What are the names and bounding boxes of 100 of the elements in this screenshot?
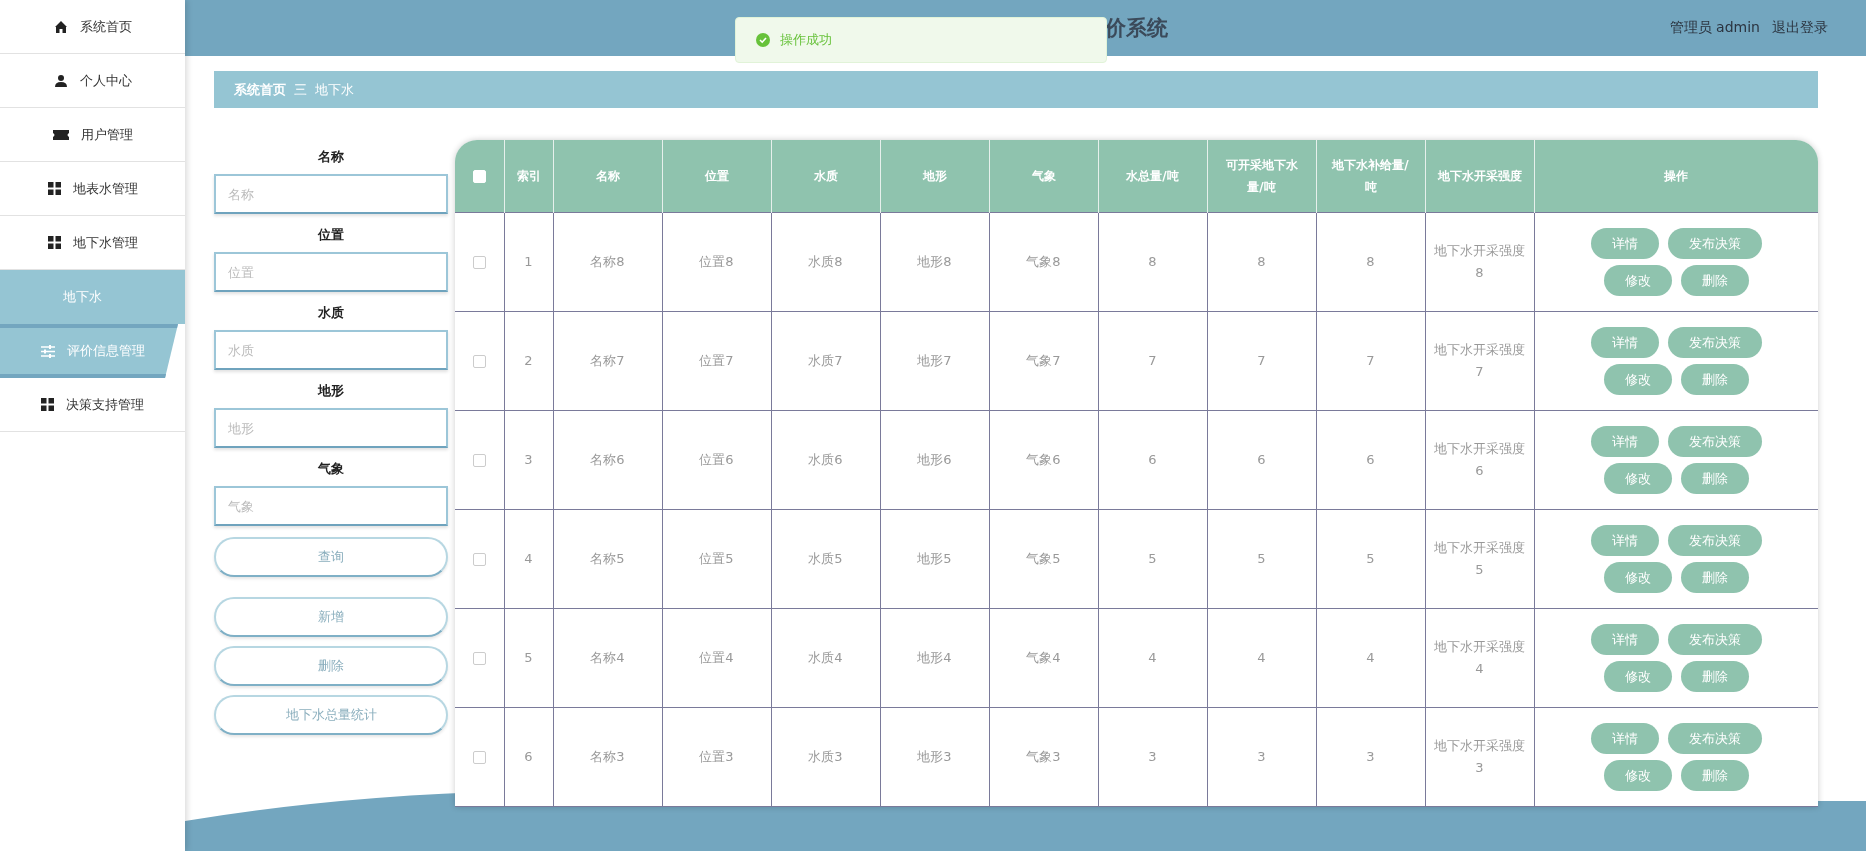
table-cell: 地下水开采强度4 bbox=[1425, 608, 1534, 708]
table-cell: 6 bbox=[504, 707, 553, 807]
column-header: 位置 bbox=[662, 140, 771, 213]
field-label: 位置 bbox=[316, 226, 345, 244]
row-checkbox[interactable] bbox=[472, 355, 486, 368]
row-checkbox[interactable] bbox=[472, 256, 486, 269]
row-action-button[interactable]: 详情 bbox=[1590, 327, 1659, 358]
column-header: 可开采地下水量/吨 bbox=[1207, 140, 1316, 213]
action-button[interactable]: 新增 bbox=[214, 597, 448, 637]
row-action-button[interactable]: 发布决策 bbox=[1667, 228, 1762, 259]
search-button[interactable]: 查询 bbox=[214, 537, 448, 577]
table-cell: 4 bbox=[1098, 608, 1207, 708]
grid-icon bbox=[47, 236, 61, 249]
row-action-button[interactable]: 详情 bbox=[1590, 426, 1659, 457]
row-action-button[interactable]: 删除 bbox=[1680, 760, 1749, 791]
search-field[interactable]: 名称 bbox=[214, 174, 448, 214]
table-cell: 6 bbox=[1316, 410, 1425, 510]
table-cell: 8 bbox=[1207, 212, 1316, 312]
search-field[interactable]: 地形 bbox=[214, 408, 448, 448]
breadcrumb-separator: 三 bbox=[294, 80, 307, 99]
row-action-button[interactable]: 详情 bbox=[1590, 723, 1659, 754]
table-cell: 4 bbox=[1207, 608, 1316, 708]
search-field[interactable]: 水质 bbox=[214, 330, 448, 370]
select-all-checkbox[interactable] bbox=[472, 170, 486, 183]
sidebar-item[interactable]: 用户管理 bbox=[0, 108, 185, 162]
grid-icon bbox=[47, 182, 61, 195]
action-button[interactable]: 删除 bbox=[214, 646, 448, 686]
row-action-button[interactable]: 删除 bbox=[1680, 265, 1749, 296]
breadcrumb-item[interactable]: 系统首页 bbox=[234, 80, 286, 99]
table-cell: 位置7 bbox=[662, 311, 771, 411]
check-circle-icon bbox=[756, 33, 770, 47]
table-cell: 水质8 bbox=[771, 212, 880, 312]
row-action-button[interactable]: 删除 bbox=[1680, 562, 1749, 593]
table-cell: 7 bbox=[1098, 311, 1207, 411]
row-action-button[interactable]: 修改 bbox=[1603, 364, 1672, 395]
table-cell: 地形6 bbox=[880, 410, 989, 510]
column-header: 名称 bbox=[553, 140, 662, 213]
submenu-item[interactable]: 地下水 bbox=[0, 270, 185, 324]
table-cell: 3 bbox=[1098, 707, 1207, 807]
table-cell: 4 bbox=[1316, 608, 1425, 708]
row-checkbox[interactable] bbox=[472, 652, 486, 665]
row-action-button[interactable]: 详情 bbox=[1590, 624, 1659, 655]
row-action-button[interactable]: 删除 bbox=[1680, 364, 1749, 395]
table-cell: 水质7 bbox=[771, 311, 880, 411]
row-action-button[interactable]: 修改 bbox=[1603, 463, 1672, 494]
row-action-button[interactable]: 删除 bbox=[1680, 661, 1749, 692]
table-cell: 气象8 bbox=[989, 212, 1098, 312]
row-action-button[interactable]: 修改 bbox=[1603, 661, 1672, 692]
column-header: 索引 bbox=[504, 140, 553, 213]
column-header: 操作 bbox=[1534, 140, 1818, 213]
search-field[interactable]: 位置 bbox=[214, 252, 448, 292]
row-checkbox[interactable] bbox=[472, 553, 486, 566]
table-cell: 气象7 bbox=[989, 311, 1098, 411]
column-header: 地下水补给量/吨 bbox=[1316, 140, 1425, 213]
logout-link[interactable]: 退出登录 bbox=[1772, 19, 1828, 37]
table-cell: 7 bbox=[1316, 311, 1425, 411]
search-field[interactable]: 气象 bbox=[214, 486, 448, 526]
sidebar-item[interactable]: 地表水管理 bbox=[0, 162, 185, 216]
person-icon bbox=[53, 73, 68, 88]
field-label: 地形 bbox=[316, 382, 345, 400]
row-action-button[interactable]: 发布决策 bbox=[1667, 624, 1762, 655]
table-cell: 5 bbox=[504, 608, 553, 708]
row-action-button[interactable]: 删除 bbox=[1680, 463, 1749, 494]
table-cell: 名称3 bbox=[553, 707, 662, 807]
table-cell: 2 bbox=[504, 311, 553, 411]
table-cell: 位置8 bbox=[662, 212, 771, 312]
row-action-button[interactable]: 修改 bbox=[1603, 760, 1672, 791]
table-cell: 5 bbox=[1098, 509, 1207, 609]
row-action-button[interactable]: 修改 bbox=[1603, 562, 1672, 593]
row-checkbox[interactable] bbox=[472, 751, 486, 764]
row-action-button[interactable]: 发布决策 bbox=[1667, 426, 1762, 457]
table-cell: 名称4 bbox=[553, 608, 662, 708]
table-cell: 位置3 bbox=[662, 707, 771, 807]
row-action-button[interactable]: 发布决策 bbox=[1667, 327, 1762, 358]
action-button[interactable]: 地下水总量统计 bbox=[214, 695, 448, 735]
ticket-icon bbox=[52, 128, 69, 141]
row-action-button[interactable]: 详情 bbox=[1590, 525, 1659, 556]
table-cell: 地形5 bbox=[880, 509, 989, 609]
table-cell: 地形4 bbox=[880, 608, 989, 708]
row-action-button[interactable]: 修改 bbox=[1603, 265, 1672, 296]
row-action-button[interactable]: 详情 bbox=[1590, 228, 1659, 259]
sidebar-item[interactable]: 个人中心 bbox=[0, 54, 185, 108]
breadcrumb-item[interactable]: 地下水 bbox=[315, 80, 354, 99]
table-cell: 位置4 bbox=[662, 608, 771, 708]
table-cell: 位置6 bbox=[662, 410, 771, 510]
row-action-button[interactable]: 发布决策 bbox=[1667, 723, 1762, 754]
table-cell: 气象3 bbox=[989, 707, 1098, 807]
field-label: 气象 bbox=[317, 460, 345, 478]
home-icon bbox=[53, 19, 68, 34]
table-cell: 水质6 bbox=[771, 410, 880, 510]
table-cell: 名称6 bbox=[553, 410, 662, 510]
row-checkbox[interactable] bbox=[472, 454, 486, 467]
table-cell: 水质5 bbox=[771, 509, 880, 609]
sidebar-item[interactable]: 决策支持管理 bbox=[0, 378, 185, 432]
table-cell: 地下水开采强度8 bbox=[1425, 212, 1534, 312]
row-action-button[interactable]: 发布决策 bbox=[1667, 525, 1762, 556]
table-cell: 水质3 bbox=[771, 707, 880, 807]
table-cell: 气象4 bbox=[989, 608, 1098, 708]
table-cell: 8 bbox=[1316, 212, 1425, 312]
column-header: 地形 bbox=[880, 140, 989, 213]
